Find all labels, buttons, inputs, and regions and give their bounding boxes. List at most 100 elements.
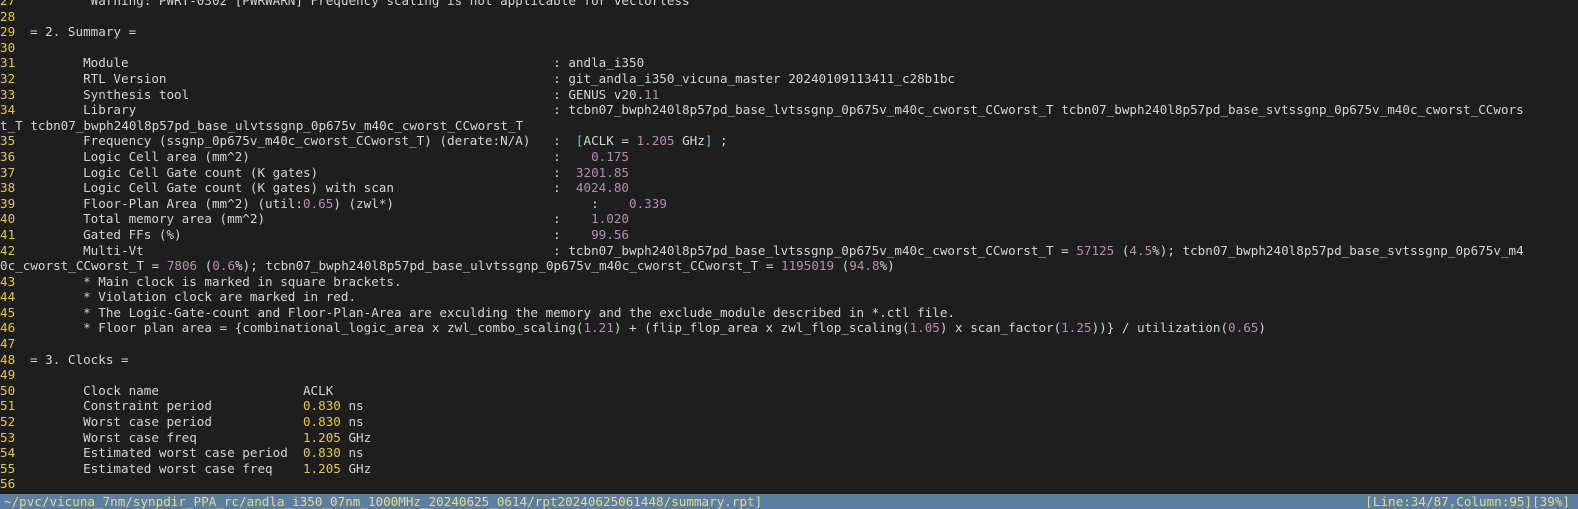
editor-line[interactable]: 28 xyxy=(0,9,1578,25)
editor-line[interactable]: 40 Total memory area (mm^2) : 1.020 xyxy=(0,211,1578,227)
status-bar: ~/pvc/vicuna_7nm/synpdir_PPA_rc/andla_i3… xyxy=(0,494,1578,509)
line-number: 55 xyxy=(0,460,16,476)
line-text: ; xyxy=(712,133,728,149)
line-text: = 2. Summary = xyxy=(30,24,137,40)
line-text: 1.205 xyxy=(302,429,341,445)
line-number: 48 xyxy=(0,351,16,367)
line-text: * The Logic-Gate-count and Floor-Plan-Ar… xyxy=(30,304,956,320)
editor-line[interactable]: 48 = 3. Clocks = xyxy=(0,352,1578,368)
line-text: ACLK = xyxy=(583,133,637,149)
line-text: * Violation clock are marked in red. xyxy=(30,289,357,305)
line-text: Logic Cell Gate count (K gates) : xyxy=(30,164,576,180)
line-text: 1.21 xyxy=(583,320,614,336)
editor-line[interactable]: 51 Constraint period 0.830 ns xyxy=(0,398,1578,414)
editor-line[interactable]: 44 * Violation clock are marked in red. xyxy=(0,289,1578,305)
status-cursor-position: [Line:34/87,Column:95][39%] xyxy=(1365,494,1570,509)
editor-lines[interactable]: 27 Warning: PWRT-0302 [PWRWARN] Frequenc… xyxy=(0,0,1578,492)
line-text: e_lvtssgnp_0p675v_m40c_cworst_CCworst_T … xyxy=(757,102,1524,118)
line-number: 30 xyxy=(0,39,16,55)
editor-line[interactable]: 45 * The Logic-Gate-count and Floor-Plan… xyxy=(0,305,1578,321)
line-text: Module : andla_i350 xyxy=(30,55,645,71)
line-text: 1.05 xyxy=(909,320,940,336)
editor-line[interactable]: 32 RTL Version : git_andla_i350_vicuna_m… xyxy=(0,71,1578,87)
line-text: 99.56 xyxy=(591,226,629,242)
editor-line[interactable]: 31 Module : andla_i350 xyxy=(0,55,1578,71)
text-cursor: s xyxy=(750,102,758,118)
line-text: Frequency (ssgnp_0p675v_m40c_cworst_CCwo… xyxy=(30,133,576,149)
editor-line[interactable]: 38 Logic Cell Gate count (K gates) with … xyxy=(0,180,1578,196)
editor-line[interactable]: 37 Logic Cell Gate count (K gates) : 320… xyxy=(0,165,1578,181)
line-text: 1195019 xyxy=(781,258,835,274)
editor-line[interactable]: 30 xyxy=(0,40,1578,56)
status-file-path: ~/pvc/vicuna_7nm/synpdir_PPA_rc/andla_i3… xyxy=(4,494,763,509)
line-number: 34 xyxy=(0,102,16,118)
editor-line[interactable]: 27 Warning: PWRT-0302 [PWRWARN] Frequenc… xyxy=(0,0,1578,9)
line-text: Synthesis tool : GENUS v20. xyxy=(30,86,645,102)
line-number: 35 xyxy=(0,133,16,149)
line-text: * Main clock is marked in square bracket… xyxy=(30,273,402,289)
line-text: 0.830 xyxy=(302,414,341,430)
line-text: RTL Version : git_andla_i350_vicuna_mast… xyxy=(30,70,956,86)
editor-line[interactable]: 47 xyxy=(0,336,1578,352)
line-text: 94.8 xyxy=(849,258,880,274)
line-text: GHz xyxy=(340,429,372,445)
line-text: Estimated worst case freq xyxy=(30,460,303,476)
line-text: %); tcbn07_bwph240l8p57pd_base_svtssgnp_… xyxy=(1152,242,1524,258)
editor-line[interactable]: 52 Worst case period 0.830 ns xyxy=(0,414,1578,430)
text-editor[interactable]: 27 Warning: PWRT-0302 [PWRWARN] Frequenc… xyxy=(0,0,1578,509)
line-text: 7806 xyxy=(166,258,198,274)
line-number: 37 xyxy=(0,164,16,180)
editor-line[interactable]: 56 xyxy=(0,476,1578,492)
editor-line-wrap[interactable]: t_T tcbn07_bwph240l8p57pd_base_ulvtssgnp… xyxy=(0,118,1578,134)
line-text: 1.25 xyxy=(1061,320,1092,336)
line-number: 50 xyxy=(0,382,16,398)
line-number: 45 xyxy=(0,304,16,320)
editor-line[interactable]: 33 Synthesis tool : GENUS v20.11 xyxy=(0,87,1578,103)
line-text: Floor-Plan Area (mm^2) (util: xyxy=(30,195,303,211)
line-text: 0.175 xyxy=(591,148,629,164)
editor-line[interactable]: 35 Frequency (ssgnp_0p675v_m40c_cworst_C… xyxy=(0,133,1578,149)
editor-line[interactable]: 46 * Floor plan area = {combinational_lo… xyxy=(0,320,1578,336)
line-text: Total memory area (mm^2) : xyxy=(30,211,592,227)
editor-line[interactable]: 50 Clock name ACLK xyxy=(0,383,1578,399)
editor-line[interactable]: 29 = 2. Summary = xyxy=(0,24,1578,40)
line-text: 0.6 xyxy=(212,258,236,274)
line-text: GHz xyxy=(340,460,372,476)
line-text: Constraint period xyxy=(30,398,303,414)
editor-line[interactable]: 55 Estimated worst case freq 1.205 GHz xyxy=(0,461,1578,477)
line-text: ) (zwl*) : xyxy=(333,195,630,211)
line-text: ))} / utilization( xyxy=(1091,320,1229,336)
line-text: ns xyxy=(340,414,364,430)
line-text: Worst case freq xyxy=(30,429,303,445)
line-text: 57125 xyxy=(1076,242,1115,258)
editor-line[interactable]: 36 Logic Cell area (mm^2) : 0.175 xyxy=(0,149,1578,165)
line-text: Estimated worst case period xyxy=(30,445,303,461)
line-text: %); tcbn07_bwph240l8p57pd_base_ulvtssgnp… xyxy=(235,258,781,274)
line-number: 53 xyxy=(0,429,16,445)
editor-line[interactable]: 49 xyxy=(0,367,1578,383)
line-text: Logic Cell area (mm^2) : xyxy=(30,148,592,164)
line-number: 54 xyxy=(0,445,16,461)
line-number: 36 xyxy=(0,148,16,164)
line-text: 4024.80 xyxy=(575,180,629,196)
line-number: 40 xyxy=(0,211,16,227)
line-text: 0.830 xyxy=(302,398,341,414)
line-text: Multi-Vt : tcbn07_bwph240l8p57pd_base_lv… xyxy=(30,242,1077,258)
line-text: Gated FFs (%) : xyxy=(30,226,592,242)
editor-line[interactable]: 41 Gated FFs (%) : 99.56 xyxy=(0,227,1578,243)
line-text: Warning: PWRT-0302 [PWRWARN] Frequency s… xyxy=(30,0,690,8)
editor-line[interactable]: 42 Multi-Vt : tcbn07_bwph240l8p57pd_base… xyxy=(0,243,1578,259)
line-text: 0.65 xyxy=(1228,320,1259,336)
line-text: 0c_cworst_CCworst_T = xyxy=(0,258,167,274)
editor-line[interactable]: 54 Estimated worst case period 0.830 ns xyxy=(0,445,1578,461)
editor-line[interactable]: 34 Library : tcbn07_bwph240l8p57pd_base_… xyxy=(0,102,1578,118)
editor-line-wrap[interactable]: 0c_cworst_CCworst_T = 7806 (0.6%); tcbn0… xyxy=(0,258,1578,274)
line-text: %) xyxy=(879,258,895,274)
editor-line[interactable]: 39 Floor-Plan Area (mm^2) (util:0.65) (z… xyxy=(0,196,1578,212)
editor-line[interactable]: 43 * Main clock is marked in square brac… xyxy=(0,274,1578,290)
editor-line[interactable]: 53 Worst case freq 1.205 GHz xyxy=(0,430,1578,446)
line-text: 0.339 xyxy=(629,195,667,211)
line-number: 38 xyxy=(0,180,16,196)
line-number: 27 xyxy=(0,0,16,8)
line-number: 31 xyxy=(0,55,16,71)
